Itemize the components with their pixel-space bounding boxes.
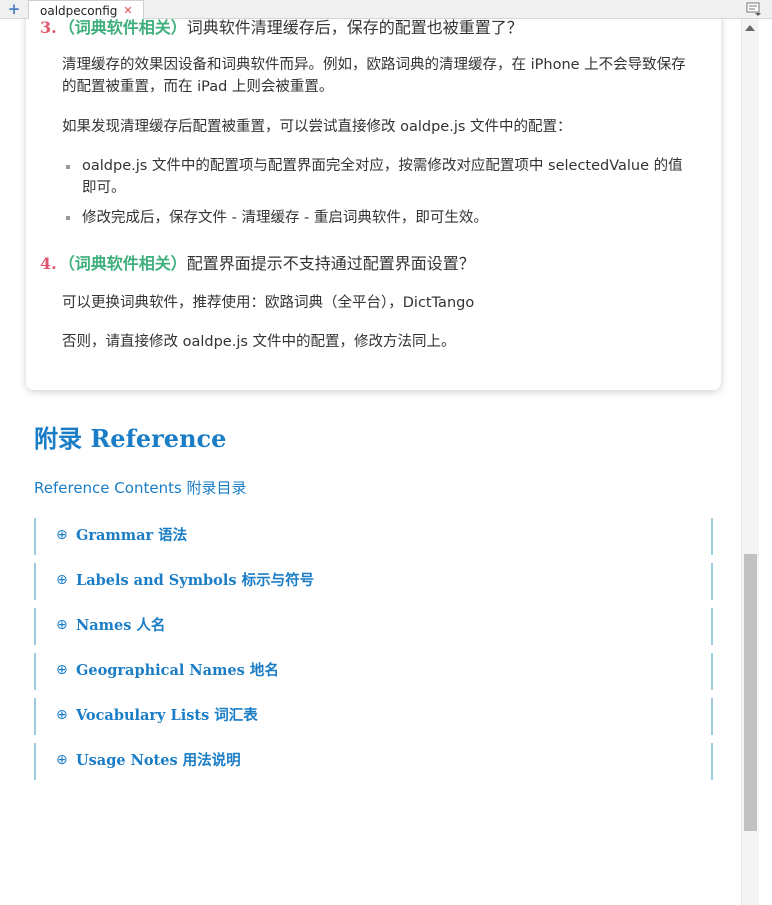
tab-label: oaldpeconfig (40, 3, 118, 18)
reference-contents-link[interactable]: Reference Contents 附录目录 (34, 477, 247, 498)
reference-item-grammar[interactable]: ⊕ Grammar 语法 (34, 518, 713, 555)
expand-plus-icon: ⊕ (56, 617, 68, 633)
window-edge (759, 19, 772, 905)
scrollbar-thumb[interactable] (744, 554, 757, 831)
question-number: 4. (40, 254, 57, 273)
reference-item-names[interactable]: ⊕ Names 人名 (34, 608, 713, 645)
page-content: 3. （词典软件相关）词典软件清理缓存后，保存的配置也被重置了？ 清理缓存的效果因… (0, 19, 741, 905)
bullet-icon (66, 165, 70, 169)
bullet-icon (66, 216, 70, 220)
reference-item-label: Labels and Symbols 标示与符号 (76, 572, 315, 589)
plus-icon[interactable]: + (6, 1, 22, 17)
reference-item-vocabulary-lists[interactable]: ⊕ Vocabulary Lists 词汇表 (34, 698, 713, 735)
close-icon[interactable]: ✕ (123, 5, 132, 16)
vertical-scrollbar[interactable] (741, 19, 759, 905)
reference-item-usage-notes[interactable]: ⊕ Usage Notes 用法说明 (34, 743, 713, 780)
faq-answer-paragraph: 可以更换词典软件，推荐使用：欧路词典（全平台），DictTango (62, 295, 475, 311)
faq-question-4: 4. （词典软件相关）配置界面提示不支持通过配置界面设置？ (40, 250, 475, 274)
scroll-up-arrow-icon[interactable] (745, 25, 755, 31)
expand-plus-icon: ⊕ (56, 662, 68, 678)
reference-item-label: Geographical Names 地名 (76, 662, 279, 679)
reference-item-geographical-names[interactable]: ⊕ Geographical Names 地名 (34, 653, 713, 690)
question-number: 3. (40, 19, 57, 37)
expand-plus-icon: ⊕ (56, 527, 68, 543)
question-tag: （词典软件相关） (58, 254, 187, 273)
list-item: oaldpe.js 文件中的配置项与配置界面完全对应，按需修改对应配置项中 se… (82, 158, 683, 196)
faq-answer-paragraph: 如果发现清理缓存后配置被重置，可以尝试直接修改 oaldpe.js 文件中的配置… (62, 119, 572, 135)
tab-bar: + oaldpeconfig ✕ (0, 0, 772, 20)
reference-item-label: Grammar 语法 (76, 527, 188, 544)
tab-oaldpeconfig[interactable]: oaldpeconfig ✕ (28, 0, 144, 20)
faq-card: 3. （词典软件相关）词典软件清理缓存后，保存的配置也被重置了？ 清理缓存的效果因… (26, 19, 721, 390)
faq-answer-paragraph: 否则，请直接修改 oaldpe.js 文件中的配置，修改方法同上。 (62, 334, 456, 350)
reference-item-label: Usage Notes 用法说明 (76, 752, 241, 769)
faq-question-3: 3. （词典软件相关）词典软件清理缓存后，保存的配置也被重置了？ (40, 19, 523, 38)
expand-plus-icon: ⊕ (56, 707, 68, 723)
question-tag: （词典软件相关） (58, 19, 187, 37)
list-item: 修改完成后，保存文件 - 清理缓存 - 重启词典软件，即可生效。 (82, 210, 488, 226)
expand-plus-icon: ⊕ (56, 752, 68, 768)
question-title: 词典软件清理缓存后，保存的配置也被重置了？ (186, 19, 523, 37)
reference-item-label: Vocabulary Lists 词汇表 (76, 707, 258, 724)
reference-item-labels-and-symbols[interactable]: ⊕ Labels and Symbols 标示与符号 (34, 563, 713, 600)
question-title: 配置界面提示不支持通过配置界面设置？ (186, 254, 475, 273)
reference-heading: 附录 Reference (34, 424, 227, 453)
reference-item-label: Names 人名 (76, 617, 166, 634)
faq-answer-paragraph: 清理缓存的效果因设备和词典软件而异。例如，欧路词典的清理缓存，在 iPhone … (62, 57, 686, 95)
tab-list-icon[interactable] (746, 2, 762, 16)
expand-plus-icon: ⊕ (56, 572, 68, 588)
